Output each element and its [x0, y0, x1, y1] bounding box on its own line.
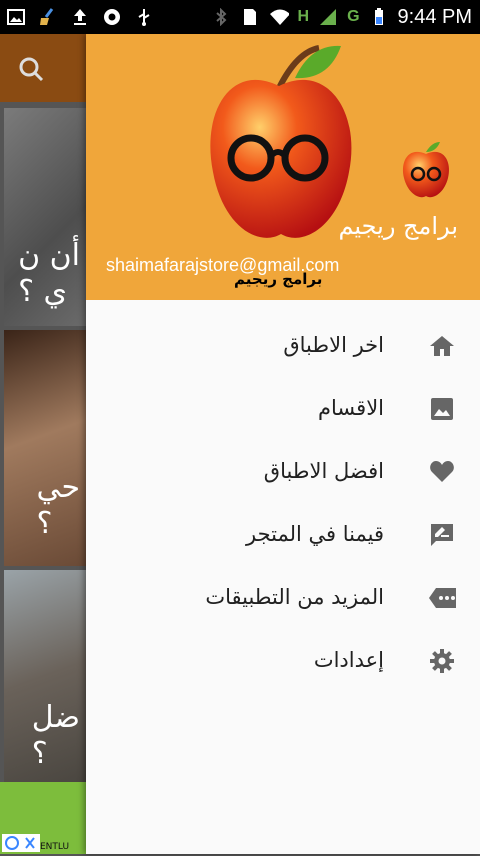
usb-icon	[134, 8, 154, 26]
drawer-menu: اخر الاطباق الاقسام افضل الاطباق قيمنا ف…	[86, 314, 480, 692]
list-item-title: ضل ؟	[31, 700, 80, 771]
list-item[interactable]: أن ني ؟	[4, 108, 86, 326]
sim-icon	[240, 8, 260, 26]
menu-item-categories[interactable]: الاقسام	[86, 377, 480, 440]
menu-item-label: افضل الاطباق	[263, 459, 384, 483]
settings-icon	[428, 647, 456, 675]
home-icon	[428, 332, 456, 360]
heart-icon	[428, 458, 456, 486]
menu-item-rate[interactable]: قيمنا في المتجر	[86, 503, 480, 566]
menu-item-label: الاقسام	[318, 396, 384, 420]
drawer-header: برامج ريجيم برامج ريجيم shaimafarajstore…	[86, 34, 480, 300]
image-icon	[428, 395, 456, 423]
ad-choices-icon[interactable]	[2, 834, 40, 852]
list-item-title: حي ؟	[36, 470, 80, 541]
menu-item-latest[interactable]: اخر الاطباق	[86, 314, 480, 377]
ad-text: ENTLU	[40, 842, 70, 852]
menu-item-label: قيمنا في المتجر	[246, 522, 384, 546]
list-item[interactable]: ضل ؟	[4, 570, 86, 782]
menu-item-settings[interactable]: إعدادات	[86, 629, 480, 692]
menu-item-label: إعدادات	[313, 648, 384, 672]
battery-icon	[369, 8, 389, 26]
status-time: 9:44 PM	[397, 5, 472, 28]
signal-icon	[318, 8, 338, 26]
rate-review-icon	[428, 521, 456, 549]
network-type-label: H	[297, 8, 310, 25]
wifi-icon	[269, 8, 289, 26]
search-icon[interactable]	[18, 56, 44, 86]
menu-item-favorites[interactable]: افضل الاطباق	[86, 440, 480, 503]
list-item-title: أن ني ؟	[18, 238, 80, 309]
menu-item-label: المزيد من التطبيقات	[205, 585, 384, 609]
app-icon	[402, 142, 450, 198]
more-apps-icon	[428, 584, 456, 612]
broom-icon	[38, 8, 58, 26]
network-type-label-2: G	[347, 8, 360, 25]
account-email: shaimafarajstore@gmail.com	[106, 255, 340, 275]
apple-logo-icon	[210, 45, 352, 238]
navigation-drawer: برامج ريجيم برامج ريجيم shaimafarajstore…	[86, 34, 480, 854]
list-item[interactable]: حي ؟	[4, 330, 86, 566]
menu-item-more-apps[interactable]: المزيد من التطبيقات	[86, 566, 480, 629]
app-name: برامج ريجيم	[338, 212, 458, 240]
upload-icon	[70, 8, 90, 26]
image-icon	[6, 8, 26, 26]
bluetooth-icon	[211, 8, 231, 26]
status-bar: H G 9:44 PM	[0, 0, 480, 34]
menu-item-label: اخر الاطباق	[283, 333, 384, 357]
chrome-icon	[102, 8, 122, 26]
